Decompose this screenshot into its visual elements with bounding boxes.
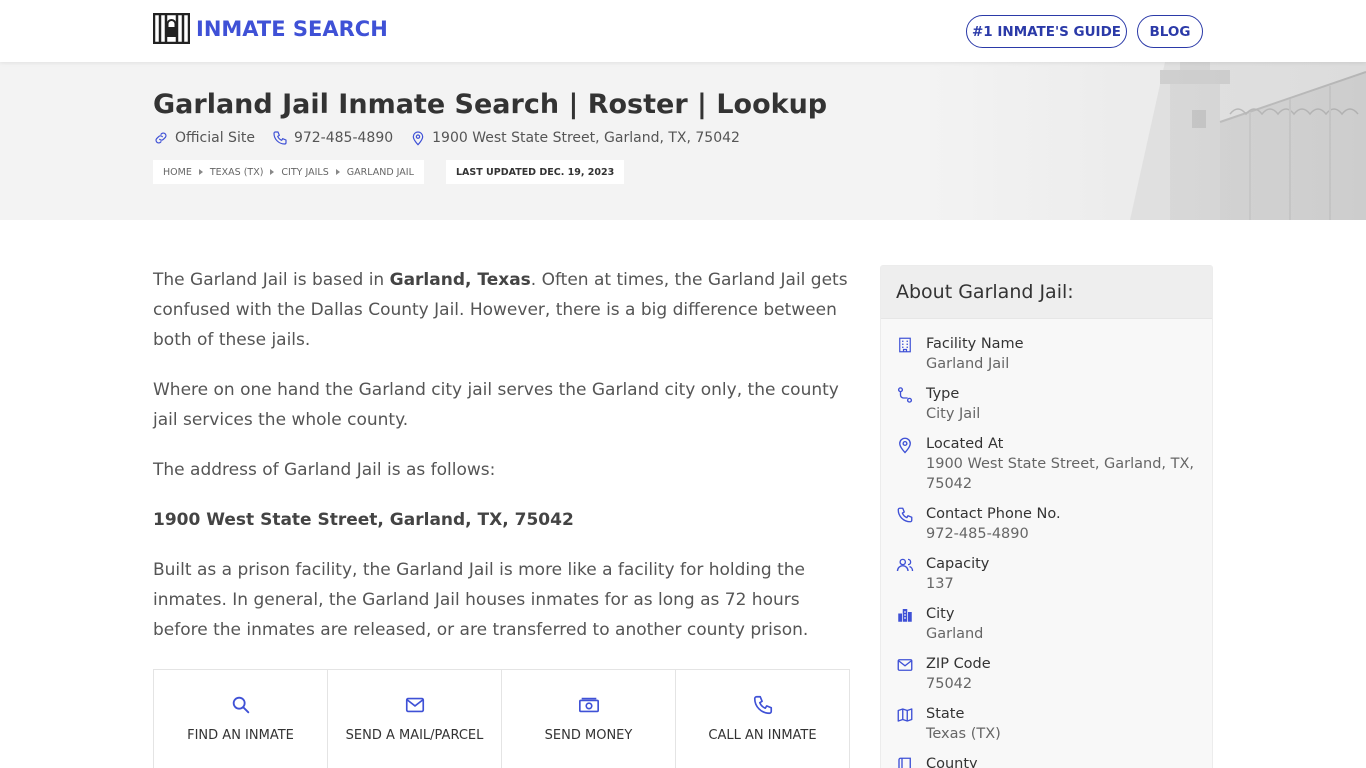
fact-value: Garland (926, 626, 984, 642)
fact-value: Texas (TX) (926, 726, 1001, 742)
send-mail-button[interactable]: SEND A MAIL/PARCEL (328, 670, 502, 768)
intro-text-start: The Garland Jail is based in (153, 270, 390, 290)
article-body: The Garland Jail is based in Garland, Te… (153, 265, 853, 665)
official-site-label: Official Site (175, 130, 255, 146)
paragraph-facility: Built as a prison facility, the Garland … (153, 560, 809, 640)
jail-lock-icon (153, 13, 190, 44)
book-icon (898, 757, 911, 768)
fact-label: City (926, 606, 955, 622)
fact-label: Located At (926, 436, 1004, 452)
paragraph-address: 1900 West State Street, Garland, TX, 750… (153, 510, 574, 530)
route-icon (897, 387, 913, 403)
link-icon (155, 132, 167, 144)
address-link[interactable]: 1900 West State Street, Garland, TX, 750… (410, 130, 740, 146)
fact-label: Capacity (926, 556, 990, 572)
fact-label: Contact Phone No. (926, 506, 1061, 522)
blog-button[interactable]: BLOG (1137, 15, 1203, 48)
fact-value: 1900 West State Street, Garland, TX, 750… (926, 456, 1195, 492)
official-site-link[interactable]: Official Site (153, 130, 255, 146)
phone-icon (273, 131, 287, 145)
fact-type: Type City Jail (881, 384, 1212, 424)
fact-value: Garland Jail (926, 356, 1010, 372)
map-pin-icon (412, 131, 424, 146)
fact-label: ZIP Code (926, 656, 991, 672)
money-icon (578, 697, 599, 713)
phone-number: 972-485-4890 (293, 130, 394, 146)
fact-value: 137 (926, 576, 954, 592)
send-mail-label: SEND A MAIL/PARCEL (345, 728, 484, 743)
facility-facts-list: Facility Name Garland Jail Type City Jail … (881, 319, 1212, 768)
breadcrumb-texas[interactable]: TEXAS (TX) (210, 167, 264, 178)
about-panel-title: About Garland Jail: (881, 266, 1212, 319)
fact-county: County (881, 754, 1212, 768)
breadcrumb-separator-icon (270, 169, 275, 175)
fact-value: City Jail (926, 406, 981, 422)
top-navbar: INMATE SEARCH #1 INMATE'S GUIDE BLOG (0, 0, 1366, 62)
quick-actions: FIND AN INMATE SEND A MAIL/PARCEL SEND M… (153, 669, 850, 768)
call-inmate-button[interactable]: CALL AN INMATE (676, 670, 849, 768)
phone-link[interactable]: 972-485-4890 (272, 130, 393, 146)
building-icon (899, 337, 911, 353)
breadcrumb-separator-icon (198, 169, 203, 175)
fact-value: 75042 (926, 676, 973, 692)
brand-name: INMATE SEARCH (196, 16, 388, 41)
facility-meta: Official Site 972-485-4890 1900 West Sta… (153, 130, 757, 146)
mail-icon (405, 697, 424, 713)
last-updated-badge: LAST UPDATED DEC. 19, 2023 (446, 160, 625, 184)
mail-icon (897, 659, 913, 671)
paragraph-address-intro: The address of Garland Jail is as follow… (153, 460, 496, 480)
call-inmate-label: CALL AN INMATE (708, 728, 817, 743)
fact-label: County (926, 756, 978, 768)
phone-icon (753, 695, 772, 715)
paragraph-service-area: Where on one hand the Garland city jail … (153, 380, 839, 430)
address-text: 1900 West State Street, Garland, TX, 750… (432, 130, 740, 146)
map-icon (897, 708, 913, 722)
map-pin-icon (899, 437, 911, 454)
fact-label: Facility Name (926, 336, 1024, 352)
about-facility-panel: About Garland Jail: Facility Name Garland… (880, 265, 1213, 768)
page-title: Garland Jail Inmate Search | Roster | Lo… (153, 89, 828, 120)
send-money-label: SEND MONEY (544, 728, 633, 743)
breadcrumb-garland-jail[interactable]: GARLAND JAIL (347, 167, 414, 178)
users-icon (896, 558, 914, 572)
fact-zip-code: ZIP Code 75042 (881, 654, 1212, 694)
fact-city: City Garland (881, 604, 1212, 644)
phone-icon (897, 507, 913, 523)
find-inmate-label: FIND AN INMATE (187, 728, 294, 743)
site-logo[interactable]: INMATE SEARCH (153, 13, 388, 44)
inmates-guide-button[interactable]: #1 INMATE'S GUIDE (966, 15, 1127, 48)
city-icon (898, 609, 912, 622)
prison-tower-illustration (930, 62, 1366, 220)
breadcrumb-separator-icon (335, 169, 340, 175)
intro-location: Garland, Texas (389, 270, 531, 290)
fact-label: Type (926, 386, 960, 402)
fact-capacity: Capacity 137 (881, 554, 1212, 594)
send-money-button[interactable]: SEND MONEY (502, 670, 676, 768)
fact-facility-name: Facility Name Garland Jail (881, 334, 1212, 374)
fact-contact-phone: Contact Phone No. 972-485-4890 (881, 504, 1212, 544)
find-inmate-button[interactable]: FIND AN INMATE (154, 670, 328, 768)
fact-value: 972-485-4890 (926, 526, 1029, 542)
fact-state: State Texas (TX) (881, 704, 1212, 744)
paragraph-intro: The Garland Jail is based in Garland, Te… (153, 265, 853, 355)
search-icon (232, 696, 249, 714)
fact-label: State (926, 706, 965, 722)
fact-located-at: Located At 1900 West State Street, Garlan… (881, 434, 1212, 494)
breadcrumb-city-jails[interactable]: CITY JAILS (281, 167, 328, 178)
breadcrumb-home[interactable]: HOME (163, 167, 192, 178)
breadcrumb: HOME TEXAS (TX) CITY JAILS GARLAND JAIL (153, 160, 424, 184)
